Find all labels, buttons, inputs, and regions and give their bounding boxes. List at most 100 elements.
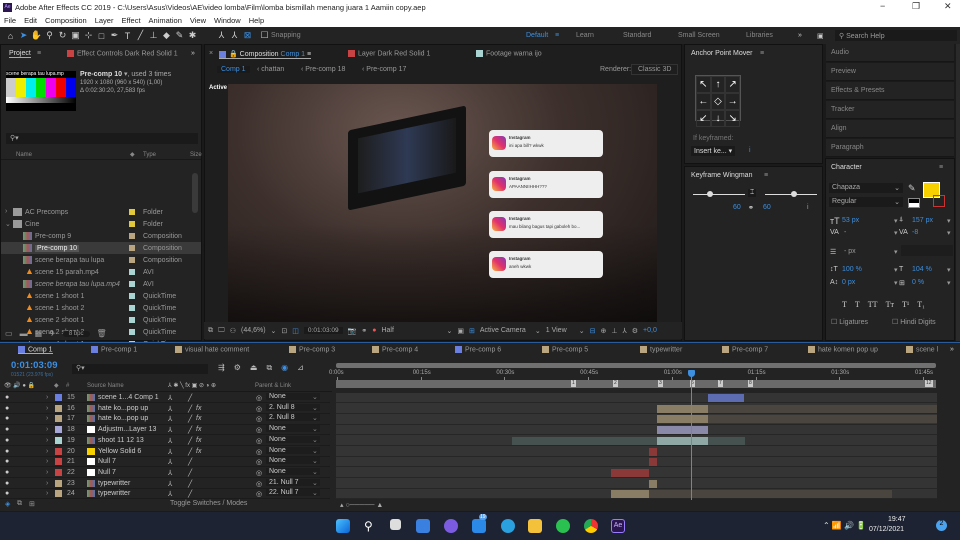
graph-editor-icon[interactable]: ⊿ (297, 363, 304, 373)
safe-margins-icon[interactable]: ⊡ (281, 327, 287, 335)
parent-select[interactable]: None ⌄ (266, 393, 320, 401)
expand-arrow-icon[interactable]: › (46, 415, 48, 422)
workspace-menu-icon[interactable]: ≡ (555, 32, 559, 39)
shy-switch-icon[interactable]: ⅄ (168, 426, 172, 434)
expand-arrow-icon[interactable]: › (46, 426, 48, 433)
project-item[interactable]: ⌄ Cine Folder (1, 218, 201, 230)
ease-out-handle[interactable] (791, 191, 797, 197)
quality-switch-icon[interactable]: ╱ (188, 458, 192, 466)
start-button-icon[interactable] (336, 519, 350, 533)
layer-duration-bar[interactable] (708, 436, 745, 445)
panel-menu-icon[interactable]: ≡ (939, 164, 943, 171)
after-effects-icon[interactable]: Ae (611, 519, 625, 533)
resolution-select[interactable]: Half (381, 327, 441, 334)
layer-row[interactable]: ● › 15 scene 1...4 Comp 1 ⅄ ╱ ◎ None ⌄ (0, 393, 330, 404)
label-column-icon[interactable]: ◆ (130, 151, 135, 158)
parent-select[interactable]: 22. Null 7 ⌄ (266, 489, 320, 497)
puppet-tool-icon[interactable]: ✱ (186, 30, 199, 41)
layer-duration-bar[interactable] (611, 468, 649, 477)
whatsapp-icon[interactable] (556, 519, 570, 533)
layer-name[interactable]: shoot 11 12 13 (98, 437, 144, 444)
pickwhip-icon[interactable]: ◎ (256, 426, 262, 434)
panel-preview[interactable]: Preview (826, 63, 954, 81)
col-type[interactable]: Type (143, 152, 156, 158)
label-swatch[interactable] (129, 329, 135, 335)
menu-window[interactable]: Window (214, 16, 241, 25)
label-swatch[interactable] (55, 415, 62, 423)
layer-row[interactable]: ● › 16 hate ko...pop up ⅄ ╱ fx ◎ 2. Null 8 ⌄ (0, 403, 330, 414)
vertical-scale-value[interactable]: 100 % (842, 266, 862, 273)
parent-select[interactable]: 2. Null 8 ⌄ (266, 414, 320, 422)
col-source-name[interactable]: Source Name (87, 383, 124, 389)
visibility-eye-icon[interactable]: ● (5, 415, 9, 422)
expand-arrow-icon[interactable]: › (46, 448, 48, 455)
new-folder-icon[interactable]: ▬ (20, 329, 28, 338)
layer-duration-bar[interactable] (512, 436, 657, 445)
home-icon[interactable]: ⌂ (4, 31, 17, 41)
project-item[interactable]: Pre-comp 9 Composition (1, 230, 201, 242)
tracking-value[interactable]: -8 (912, 229, 918, 236)
parent-select[interactable]: 21. Null 7 ⌄ (266, 478, 320, 487)
right-scrollbar[interactable] (956, 44, 960, 341)
pan-behind-tool-icon[interactable]: ⊹ (82, 30, 95, 41)
comp-marker[interactable]: 1 (571, 380, 576, 387)
text-style-button[interactable]: T₁ (917, 300, 925, 309)
layer-duration-bar[interactable] (649, 479, 657, 488)
pickwhip-icon[interactable]: ◎ (256, 437, 262, 445)
menu-animation[interactable]: Animation (149, 16, 182, 25)
clone-stamp-tool-icon[interactable]: ⊥ (147, 30, 160, 41)
menu-effect[interactable]: Effect (121, 16, 140, 25)
project-search-input[interactable]: ⚲▾ (6, 133, 198, 144)
menu-help[interactable]: Help (249, 16, 264, 25)
monitor-icon[interactable]: 🖵 (218, 327, 225, 335)
text-style-button[interactable]: T¹ (902, 300, 909, 309)
label-swatch[interactable] (55, 479, 62, 487)
panel-paragraph[interactable]: Paragraph (826, 139, 954, 157)
timeline-tab[interactable]: scene l (906, 346, 938, 353)
file-explorer-icon[interactable] (528, 519, 542, 533)
shy-switch-icon[interactable]: ⅄ (168, 437, 172, 445)
timeline-tab[interactable]: Comp 1 (18, 346, 53, 355)
menu-edit[interactable]: Edit (24, 16, 37, 25)
shy-switch-icon[interactable]: ⅄ (168, 480, 172, 488)
text-style-button[interactable]: T (842, 300, 847, 309)
shy-switch-icon[interactable]: ⅄ (168, 394, 172, 402)
visibility-eye-icon[interactable]: ● (5, 458, 9, 465)
in-out-icon[interactable]: ⊞ (29, 500, 35, 508)
dropdown-icon[interactable]: ▾ (894, 217, 898, 225)
tab-composition[interactable]: 🔒 Composition Comp 1 ≡ (219, 50, 312, 59)
layer-row[interactable]: ● › 19 shoot 11 12 13 ⅄ ╱ fx ◎ None ⌄ (0, 435, 330, 446)
visibility-eye-icon[interactable]: ● (5, 426, 9, 433)
parent-select[interactable]: None ⌄ (266, 467, 320, 476)
workspace-libraries[interactable]: Libraries (746, 32, 773, 39)
quality-switch-icon[interactable]: ╱ (188, 480, 192, 488)
layer-duration-bar[interactable] (657, 404, 708, 413)
label-swatch[interactable] (55, 394, 62, 401)
text-style-button[interactable]: TT (868, 300, 878, 309)
dropdown-icon[interactable]: ▾ (894, 248, 898, 256)
rotate-tool-icon[interactable]: ↻ (56, 30, 69, 41)
quality-switch-icon[interactable]: ╱ (188, 426, 192, 434)
breadcrumb-pre-comp-18[interactable]: ‹ Pre-comp 18 (301, 66, 345, 73)
text-style-button[interactable]: T (855, 300, 860, 309)
label-swatch[interactable] (129, 269, 135, 275)
camera-tool-icon[interactable]: ▣ (69, 30, 82, 41)
layer-row[interactable]: ● › 23 typewritter ⅄ ╱ ◎ 21. Null 7 ⌄ (0, 478, 330, 489)
timeline-zoom-slider[interactable]: ▴ ○───── ▲ (340, 501, 383, 509)
layer-name[interactable]: Adjustm...Layer 13 (98, 426, 156, 433)
layer-name[interactable]: scene 1...4 Comp 1 (98, 394, 159, 401)
draft-3d-icon[interactable]: ⊕ (600, 327, 606, 335)
type-tool-icon[interactable]: T (121, 31, 134, 41)
exposure-value[interactable]: +0,0 (643, 327, 657, 334)
quality-switch-icon[interactable]: ╱ (188, 448, 192, 456)
info-icon[interactable]: i (749, 147, 751, 154)
zoom-tool-icon[interactable]: ⚲ (43, 30, 56, 41)
search-help-input[interactable]: ⚲ Search Help (835, 30, 957, 41)
task-view-icon[interactable] (390, 519, 401, 530)
comp-mini-flowchart-icon[interactable]: ⇶ (218, 363, 225, 373)
shy-switch-icon[interactable]: ⅄ (168, 405, 172, 413)
timeline-tab[interactable]: hate komen pop up (808, 346, 878, 353)
ligatures-checkbox[interactable]: ☐ Ligatures (831, 318, 868, 326)
tsume-value[interactable]: 0 % (912, 279, 924, 286)
label-swatch[interactable] (129, 257, 135, 263)
